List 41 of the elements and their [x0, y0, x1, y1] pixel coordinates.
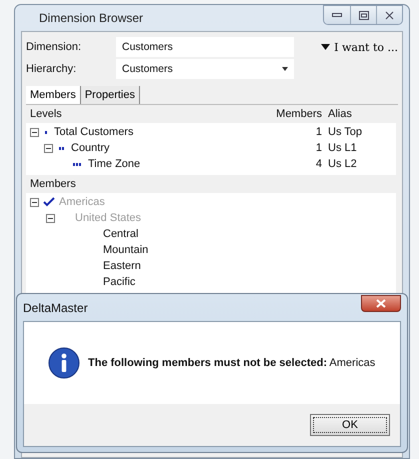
collapse-icon[interactable] [30, 128, 39, 136]
info-icon [48, 347, 80, 379]
collapse-icon[interactable] [44, 144, 53, 152]
column-header: Members [275, 108, 322, 120]
level-name[interactable]: Time Zone [88, 158, 140, 170]
level-name[interactable]: Country [71, 142, 110, 154]
level-dots-icon [59, 146, 65, 150]
column-header: Alias [327, 108, 353, 120]
close-button[interactable] [361, 295, 401, 312]
check-icon [43, 197, 55, 207]
close-icon [385, 10, 394, 20]
section-title: Members [30, 178, 76, 190]
dimension-field[interactable]: Customers [116, 37, 294, 57]
minimize-button[interactable] [324, 6, 350, 24]
member-count: 1 [314, 142, 322, 154]
dropdown-arrow-icon [282, 67, 288, 71]
triangle-down-icon [321, 44, 330, 50]
close-icon [376, 299, 386, 308]
ok-button[interactable]: OK [310, 414, 390, 436]
message-text: The following members must not be selected: Americas [88, 357, 376, 369]
tab[interactable]: Members [26, 86, 81, 104]
maximize-button[interactable] [350, 6, 376, 24]
hierarchy-dropdown[interactable]: Customers [116, 59, 294, 79]
field-label: Dimension: [26, 41, 82, 53]
member-count: 4 [314, 158, 322, 170]
level-alias: Us Top [327, 126, 364, 138]
level-name[interactable]: Total Customers [54, 126, 134, 138]
field-label: Hierarchy: [26, 63, 78, 75]
close-button[interactable] [376, 6, 402, 24]
window-title: Dimension Browser [38, 11, 144, 25]
tab[interactable]: Properties [80, 86, 140, 104]
dialog-title: DeltaMaster [23, 300, 88, 314]
restore-icon [358, 10, 368, 20]
member-count: 1 [314, 126, 322, 138]
column-header: Levels [30, 108, 63, 120]
level-dots-icon [45, 130, 48, 134]
menu-button[interactable]: I want to ... [321, 40, 398, 54]
level-alias: Us L2 [327, 158, 358, 170]
level-alias: Us L1 [327, 142, 358, 154]
minimize-icon [332, 13, 342, 17]
level-dots-icon [73, 162, 82, 166]
